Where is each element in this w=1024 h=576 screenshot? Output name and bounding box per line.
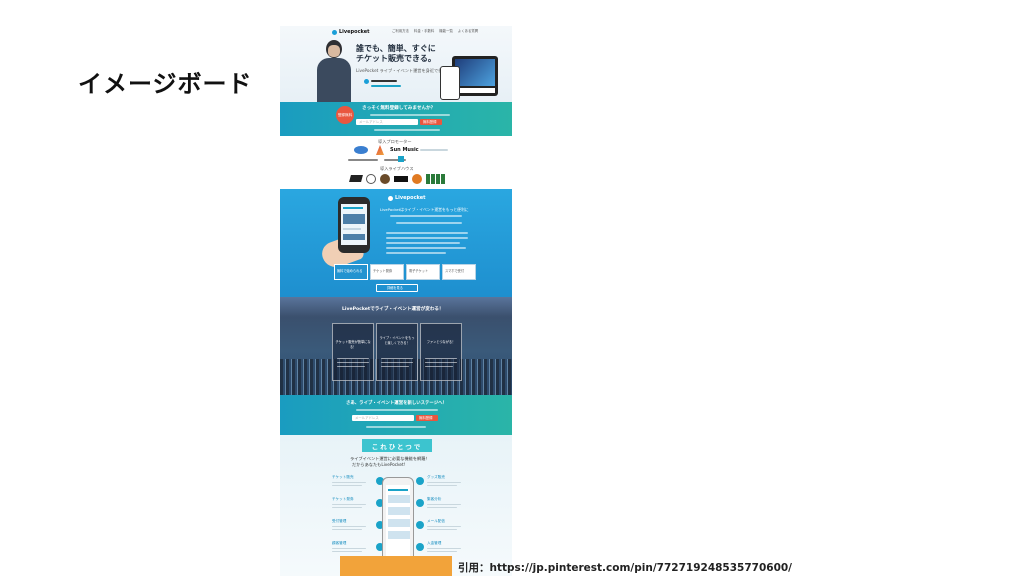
image-board: Livepocket ご利用方法 料金・手数料 機能一覧 よくある質問 誰でも、… <box>280 26 512 576</box>
slide-title: イメージボード <box>78 70 253 98</box>
app-tab[interactable]: 無料で始められる <box>334 264 368 280</box>
signup2-heading: さあ、ライブ・イベント運営を新しいステージへ！ <box>346 401 447 406</box>
hero-phone-mock <box>440 66 460 100</box>
users-heading: 導入ライブハウス <box>380 166 414 171</box>
app-section: Livepocket LivePocketはライブ・イベント運営をもっと便利に … <box>280 189 512 297</box>
nav-item[interactable]: よくある質問 <box>458 29 478 34</box>
feature-icon <box>416 543 424 551</box>
app-cta-button[interactable]: 詳細を見る <box>376 284 418 292</box>
feature-icon <box>416 477 424 485</box>
hero-logo-small <box>364 77 404 93</box>
logo-mark-icon <box>332 29 337 35</box>
feature-card: ライブ・イベントをもっと楽しくできる！ <box>376 323 418 381</box>
features-line2: だからあなたもLivePocket! <box>352 462 406 467</box>
feature-item: チケット発券 <box>332 497 386 515</box>
app-tabs: 無料で始められる チケット発券 電子チケット スマホで受付 <box>334 264 476 280</box>
hero-person-image <box>314 36 354 102</box>
feature-item: チケット販売 <box>332 475 386 493</box>
feature-icon <box>416 521 424 529</box>
hero-logo: Livepocket <box>332 29 370 35</box>
signup2-button[interactable]: 無料登録 <box>416 415 438 421</box>
features-banner: これひとつで <box>362 439 432 452</box>
feature-list-left: チケット販売 チケット発券 受付管理 顧客管理 <box>332 475 386 565</box>
signup2-email-input[interactable]: メールアドレス <box>352 415 414 421</box>
signup-band: 登録無料 さっそく無料登録してみませんか？ メールアドレス 無料登録 <box>280 102 512 136</box>
citation-text: 引用：https://jp.pinterest.com/pin/77271924… <box>458 562 793 574</box>
logo-small <box>398 156 404 162</box>
bottom-orange-bar <box>340 556 452 576</box>
concert-section: LivePocketでライブ・イベント運営が変わる！ チケット販売が簡単になる！… <box>280 297 512 395</box>
partners-heading: 導入プロモーター <box>378 139 412 144</box>
app-logo: Livepocket <box>388 195 426 201</box>
app-tab[interactable]: スマホで受付 <box>442 264 476 280</box>
hero-nav: ご利用方法 料金・手数料 機能一覧 よくある質問 <box>392 29 478 34</box>
feature-card: チケット販売が簡単になる！ <box>332 323 374 381</box>
nav-item[interactable]: 料金・手数料 <box>414 29 434 34</box>
nav-item[interactable]: 機能一覧 <box>439 29 453 34</box>
feature-item: 受付管理 <box>332 519 386 537</box>
feature-icon <box>416 499 424 507</box>
app-tab[interactable]: 電子チケット <box>406 264 440 280</box>
signup-button[interactable]: 無料登録 <box>420 119 442 125</box>
signup-email-input[interactable]: メールアドレス <box>356 119 418 125</box>
features-line1: ライブイベント運営に必要な機能を網羅！ <box>350 456 430 461</box>
feature-item: メール配信 <box>416 519 472 537</box>
signup-heading: さっそく無料登録してみませんか？ <box>362 106 436 111</box>
nav-item[interactable]: ご利用方法 <box>392 29 409 34</box>
logo-sun-music: Sun Music <box>390 147 419 153</box>
app-heading: LivePocketはライブ・イベント運営をもっと便利に <box>380 207 469 212</box>
features-section: これひとつで ライブイベント運営に必要な機能を網羅！ だからあなたもLivePo… <box>280 435 512 576</box>
features-phone-mock <box>382 477 414 565</box>
signup-band-2: さあ、ライブ・イベント運営を新しいステージへ！ メールアドレス 無料登録 <box>280 395 512 435</box>
feature-card: ファンとつながる！ <box>420 323 462 381</box>
feature-item: 集客分析 <box>416 497 472 515</box>
free-badge: 登録無料 <box>336 106 354 124</box>
hero-section: Livepocket ご利用方法 料金・手数料 機能一覧 よくある質問 誰でも、… <box>280 26 512 102</box>
logos-section: 導入プロモーター Sun Music 導入ライブハウス <box>280 136 512 189</box>
concert-heading: LivePocketでライブ・イベント運営が変わる！ <box>342 307 444 312</box>
hero-headline: 誰でも、簡単、すぐに チケット販売できる。 <box>356 44 436 63</box>
feature-list-right: グッズ販売 集客分析 メール配信 入金管理 <box>416 475 472 565</box>
app-phone-mock <box>338 197 370 253</box>
feature-item: グッズ販売 <box>416 475 472 493</box>
logo-star <box>376 145 384 155</box>
logo-circle <box>354 146 368 154</box>
hero-subline: LivePocket ライブ・イベント運営を身近で便利に <box>356 68 451 73</box>
logo-row <box>349 174 446 184</box>
app-tab[interactable]: チケット発券 <box>370 264 404 280</box>
